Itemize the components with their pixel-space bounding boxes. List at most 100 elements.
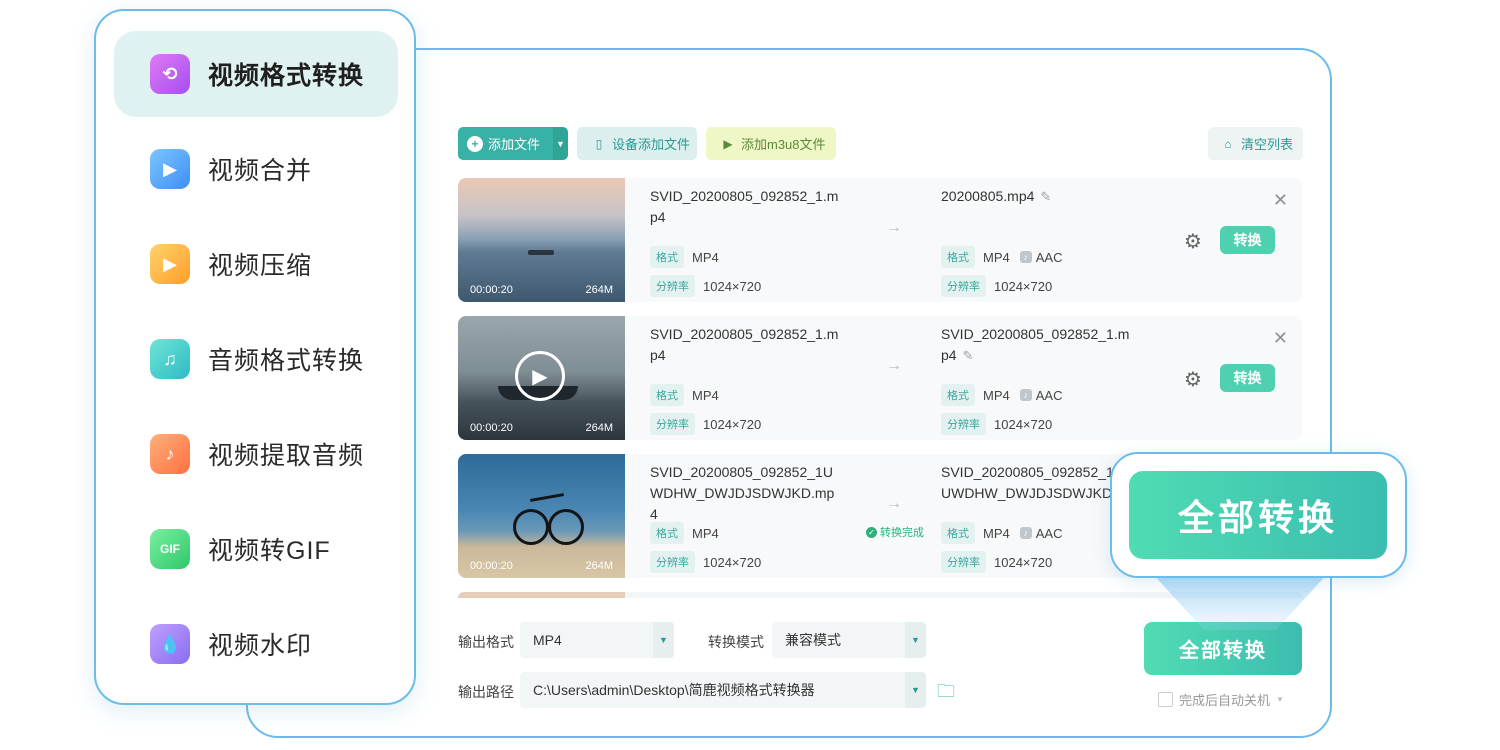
output-resolution: 分辨率 1024×720 [941,275,1052,297]
arrow-right-icon: → [886,219,902,236]
audio-convert-icon: ♫ [150,339,190,379]
format-value: MP4 [983,525,1010,541]
clear-list-button[interactable]: ⌂ 清空列表 [1208,127,1303,160]
bicycle-frame [529,493,565,502]
audio-value: AAC [1035,249,1063,265]
close-icon[interactable]: ✕ [1273,328,1288,349]
output-filename[interactable]: SVID_20200805_092852_1.mp4 ✎ [941,324,1131,366]
add-file-button[interactable]: + 添加文件 [458,127,553,160]
sidebar-item-video-compress[interactable]: ▶ 视频压缩 [114,221,398,307]
source-resolution: 分辨率 1024×720 [650,551,761,573]
format-tag: 格式 [941,522,975,544]
sidebar-item-label: 音频格式转换 [208,347,365,375]
source-resolution: 分辨率 1024×720 [650,275,761,297]
format-value: MP4 [983,387,1010,403]
resolution-value: 1024×720 [703,416,762,432]
close-icon[interactable]: ✕ [1273,190,1288,211]
output-format-select[interactable]: MP4 ▼ [520,622,674,658]
resolution-value: 1024×720 [994,554,1053,570]
sidebar-item-label: 视频格式转换 [208,62,365,90]
file-size: 264M [585,422,613,434]
sidebar-item-video-merge[interactable]: ▶ 视频合并 [114,126,398,212]
mode-label: 转换模式 [708,634,764,650]
video-thumbnail[interactable]: 00:00:20 264M [458,454,625,578]
sidebar-item-video-convert[interactable]: ⟲ 视频格式转换 [114,31,398,117]
phone-icon: ▯ [595,136,603,151]
extract-audio-icon: ♪ [150,434,190,474]
add-m3u8-button[interactable]: ▶ 添加m3u8文件 [706,127,836,160]
resolution-value: 1024×720 [994,416,1053,432]
output-path-value: C:\Users\admin\Desktop\简鹿视频格式转换器 [533,682,815,698]
resolution-tag: 分辨率 [650,275,695,297]
sidebar-item-label: 视频压缩 [208,252,313,280]
format-value: MP4 [692,525,719,541]
convert-all-button-zoomed[interactable]: 全部转换 [1129,471,1387,559]
video-thumbnail[interactable]: ▶ 00:00:20 264M [458,316,625,440]
source-format: 格式 MP4 [650,384,719,406]
audio-icon: ♪ [1019,527,1032,539]
gear-icon[interactable]: ⚙ [1184,229,1202,254]
pencil-icon[interactable]: ✎ [963,348,974,363]
auto-shutdown-option[interactable]: 完成后自动关机 ▼ [1158,690,1284,709]
file-size: 264M [585,284,613,296]
gear-icon[interactable]: ⚙ [1184,367,1202,392]
video-compress-icon: ▶ [150,244,190,284]
duration: 00:00:20 [470,560,513,572]
plus-circle-icon: + [467,135,483,152]
convert-button[interactable]: 转换 [1220,226,1275,254]
format-tag: 格式 [941,384,975,406]
folder-icon[interactable]: 🗀 [937,679,955,709]
output-filename[interactable]: 20200805.mp4 ✎ [941,186,1131,207]
output-format-label: 输出格式 [458,634,514,650]
format-value: MP4 [983,249,1010,265]
source-filename: SVID_20200805_092852_1.mp4 [650,188,839,225]
sidebar-item-label: 视频合并 [208,157,313,185]
device-add-button[interactable]: ▯ 设备添加文件 [577,127,697,160]
boat-shape [528,250,554,255]
resolution-value: 1024×720 [703,278,762,294]
sidebar-item-video-gif[interactable]: GIF 视频转GIF [114,506,398,592]
device-add-label: 设备添加文件 [612,137,691,152]
video-thumbnail[interactable]: 00:00:20 264M [458,178,625,302]
mode-value: 兼容模式 [785,632,841,648]
resolution-tag: 分辨率 [941,551,986,573]
mode-select[interactable]: 兼容模式 ▼ [772,622,926,658]
output-format: 格式 MP4 ♪ AAC [941,246,1062,268]
sidebar-item-extract-audio[interactable]: ♪ 视频提取音频 [114,411,398,497]
audio-value: AAC [1035,525,1063,541]
output-format: 格式 MP4 ♪ AAC [941,522,1062,544]
add-m3u8-label: 添加m3u8文件 [741,137,826,152]
sidebar-item-label: 视频水印 [208,632,313,660]
sidebar-item-watermark[interactable]: 💧 视频水印 [114,601,398,687]
file-row[interactable]: ▶ 00:00:20 264M SVID_20200805_092852_1.m… [458,316,1302,440]
output-resolution: 分辨率 1024×720 [941,551,1052,573]
add-file-dropdown[interactable]: ▼ [553,127,568,160]
audio-icon: ♪ [1019,251,1032,263]
pencil-icon[interactable]: ✎ [1040,189,1051,204]
output-path-select[interactable]: C:\Users\admin\Desktop\简鹿视频格式转换器 ▼ [520,672,926,708]
auto-shutdown-label: 完成后自动关机 [1179,693,1271,708]
chevron-down-icon[interactable]: ▼ [653,622,674,658]
convert-button[interactable]: 转换 [1220,364,1275,392]
file-size: 264M [585,560,613,572]
source-resolution: 分辨率 1024×720 [650,413,761,435]
thumbnail-peek [458,592,625,598]
chevron-down-icon[interactable]: ▼ [905,672,926,708]
output-filename[interactable]: SVID_20200805_092852_1UWDHW_DWJDJSDWJKD. [941,462,1117,504]
add-file-label: 添加文件 [488,137,541,152]
format-tag: 格式 [650,522,684,544]
bicycle-wheel [548,509,584,545]
sidebar: ⟲ 视频格式转换 ▶ 视频合并 ▶ 视频压缩 ♫ 音频格式转换 ♪ 视频提取音频… [94,9,416,705]
clear-list-label: 清空列表 [1241,137,1294,152]
status-badge: ✓ 转换完成 [866,524,924,540]
sidebar-item-label: 视频提取音频 [208,442,365,470]
chevron-down-icon[interactable]: ▼ [1276,695,1284,704]
duration: 00:00:20 [470,284,513,296]
chevron-down-icon[interactable]: ▼ [905,622,926,658]
file-row[interactable]: 00:00:20 264M SVID_20200805_092852_1.mp4… [458,178,1302,302]
output-resolution: 分辨率 1024×720 [941,413,1052,435]
audio-icon: ♪ [1019,389,1032,401]
play-icon[interactable]: ▶ [515,351,565,401]
sidebar-item-audio-convert[interactable]: ♫ 音频格式转换 [114,316,398,402]
auto-shutdown-checkbox[interactable] [1158,692,1173,707]
